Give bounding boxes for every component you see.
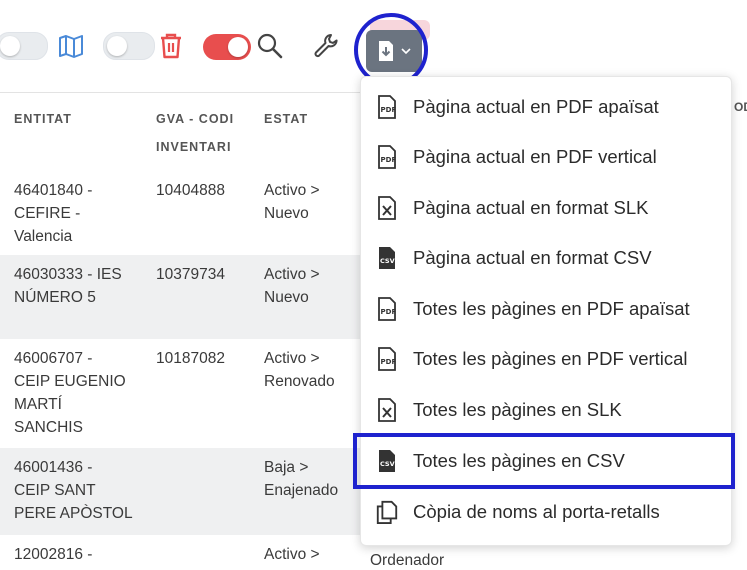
menu-item-all-slk[interactable]: Totes les pàgines en SLK — [361, 385, 733, 435]
menu-item-current-csv[interactable]: CSV Pàgina actual en format CSV — [361, 233, 733, 283]
column-header-entitat[interactable]: ENTITAT — [0, 92, 142, 171]
svg-text:PDF: PDF — [381, 106, 397, 114]
excel-icon — [375, 194, 399, 222]
pdf-icon: PDF — [375, 93, 399, 121]
filter-toggle[interactable] — [203, 34, 251, 60]
table-row[interactable]: 46001436 - CEIP SANT PERE APÒSTOL Baja > En… — [0, 447, 380, 535]
cell-codi — [142, 534, 250, 566]
search-icon[interactable] — [254, 30, 286, 62]
table-row[interactable]: 46030333 - IES NÚMERO 5 10379734 Activo >… — [0, 254, 380, 339]
svg-text:PDF: PDF — [381, 156, 397, 164]
data-table: ENTITAT GVA - CODI INVENTARI ESTAT 46401… — [0, 92, 380, 566]
column-header-partial: OD — [734, 100, 747, 114]
delete-toggle[interactable] — [103, 32, 155, 60]
wrench-icon[interactable] — [310, 30, 342, 62]
highlight-rectangle — [353, 433, 735, 489]
pdf-icon: PDF — [375, 143, 399, 171]
menu-item-copy-names[interactable]: Còpia de noms al porta-retalls — [361, 487, 733, 537]
map-toggle[interactable] — [0, 32, 48, 60]
cell-entitat: 46401840 - CEFIRE - Valencia — [0, 170, 142, 255]
cell-entitat: 46030333 - IES NÚMERO 5 — [0, 254, 142, 339]
menu-item-all-pdf-landscape[interactable]: PDF Totes les pàgines en PDF apaïsat — [361, 284, 733, 334]
cell-codi: 10379734 — [142, 254, 250, 339]
cell-partial: Ordenador — [370, 552, 445, 569]
table-header-row: ENTITAT GVA - CODI INVENTARI ESTAT — [0, 92, 380, 171]
table-row[interactable]: 46401840 - CEFIRE - Valencia 10404888 Acti… — [0, 170, 380, 255]
cell-codi: 10187082 — [142, 338, 250, 448]
svg-text:PDF: PDF — [381, 308, 397, 316]
cell-entitat: 46006707 - CEIP EUGENIO MARTÍ SANCHIS — [0, 338, 142, 448]
svg-text:PDF: PDF — [381, 358, 397, 366]
copy-icon — [375, 498, 399, 526]
pdf-icon: PDF — [375, 345, 399, 373]
excel-icon — [375, 396, 399, 424]
table-row[interactable]: 12002816 - Activo > — [0, 534, 380, 566]
menu-item-all-pdf-portrait[interactable]: PDF Totes les pàgines en PDF vertical — [361, 334, 733, 384]
menu-item-current-pdf-landscape[interactable]: PDF Pàgina actual en PDF apaïsat — [361, 82, 733, 132]
cell-entitat: 46001436 - CEIP SANT PERE APÒSTOL — [0, 447, 142, 535]
trash-icon[interactable] — [157, 31, 185, 61]
svg-text:CSV: CSV — [380, 257, 395, 265]
cell-codi — [142, 447, 250, 535]
column-header-codi-inventari[interactable]: GVA - CODI INVENTARI — [142, 92, 250, 171]
map-icon[interactable] — [56, 32, 86, 60]
pdf-icon: PDF — [375, 295, 399, 323]
cell-codi: 10404888 — [142, 170, 250, 255]
cell-entitat: 12002816 - — [0, 534, 142, 566]
menu-item-current-pdf-portrait[interactable]: PDF Pàgina actual en PDF vertical — [361, 132, 733, 182]
menu-item-current-slk[interactable]: Pàgina actual en format SLK — [361, 183, 733, 233]
csv-icon: CSV — [375, 244, 399, 272]
table-row[interactable]: 46006707 - CEIP EUGENIO MARTÍ SANCHIS 10187… — [0, 338, 380, 448]
